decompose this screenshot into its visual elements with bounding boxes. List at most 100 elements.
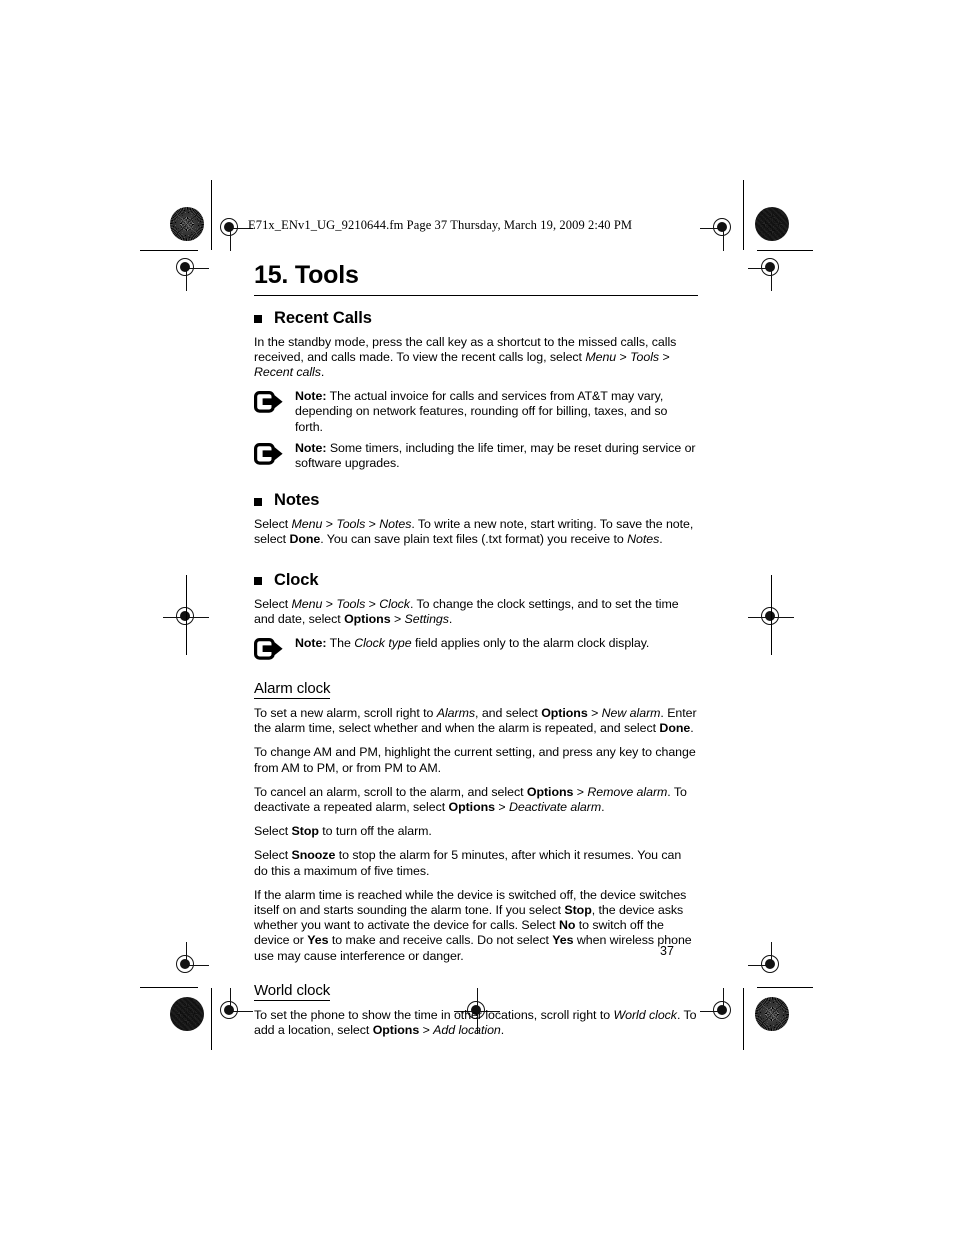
registration-halftone-dot-bottom-right	[755, 997, 789, 1031]
field-clock-type: Clock type	[354, 635, 412, 650]
note-text: Note: The actual invoice for calls and s…	[295, 389, 698, 435]
text-run: Select	[254, 517, 292, 532]
text-run: >	[390, 611, 405, 626]
page-content: 15. Tools Recent Calls In the standby mo…	[254, 261, 698, 1038]
world-clock-paragraph: To set the phone to show the time in oth…	[254, 1008, 698, 1038]
softkey-snooze: Snooze	[291, 848, 336, 863]
subsection-heading-alarm-clock: Alarm clock	[254, 679, 331, 699]
alarm-clock-paragraph-4: Select Stop to turn off the alarm.	[254, 824, 698, 839]
registration-halftone-dot-top-right	[755, 207, 789, 241]
note-block-timers: Note: Some timers, including the life ti…	[254, 441, 698, 471]
alarm-clock-paragraph-1: To set a new alarm, scroll right to Alar…	[254, 706, 698, 736]
softkey-no: No	[558, 918, 576, 933]
text-run: >	[419, 1022, 434, 1037]
subsection-heading-world-clock: World clock	[254, 981, 331, 1001]
note-text: Note: The Clock type field applies only …	[295, 636, 649, 651]
text-run: Some timers, including the life timer, m…	[295, 440, 696, 470]
menu-path-deactivate-alarm: Deactivate alarm	[508, 799, 602, 814]
text-run: >	[659, 349, 670, 364]
softkey-options: Options	[344, 611, 391, 626]
menu-path-tools: Tools	[336, 596, 366, 611]
running-header: E71x_ENv1_UG_9210644.fm Page 37 Thursday…	[248, 218, 633, 232]
alarm-clock-paragraph-2: To change AM and PM, highlight the curre…	[254, 745, 696, 775]
registration-target-lower-left	[163, 942, 209, 988]
menu-path-clock: Clock	[379, 596, 410, 611]
softkey-yes-2: Yes	[552, 933, 574, 948]
title-divider	[254, 294, 698, 296]
softkey-stop: Stop	[564, 902, 592, 917]
section-heading-label: Recent Calls	[274, 308, 372, 327]
page-number: 37	[660, 944, 674, 958]
text-run: field applies only to the alarm clock di…	[411, 635, 650, 650]
menu-path-recent-calls: Recent calls	[254, 364, 321, 379]
text-run: .	[500, 1022, 505, 1037]
menu-path-new-alarm: New alarm	[601, 705, 661, 720]
text-run: >	[616, 349, 631, 364]
text-run: To cancel an alarm, scroll to the alarm,…	[254, 784, 527, 799]
menu-path-alarms: Alarms	[436, 705, 476, 720]
text-run: >	[322, 517, 337, 532]
alarm-clock-paragraph-5: Select Snooze to stop the alarm for 5 mi…	[254, 848, 698, 878]
section-heading-label: Notes	[274, 491, 320, 510]
trim-line-bottom-right-horizontal	[757, 987, 813, 988]
text-run: The	[326, 635, 355, 650]
note-block-invoice: Note: The actual invoice for calls and s…	[254, 389, 698, 435]
registration-target-upper-left	[163, 245, 209, 291]
note-arrow-icon	[254, 391, 284, 413]
text-run: .	[690, 721, 694, 736]
text-run: to turn off the alarm.	[318, 824, 432, 839]
menu-path-world-clock: World clock	[613, 1007, 677, 1022]
text-run: >	[587, 705, 602, 720]
trim-line-mid-right-vertical	[771, 575, 772, 655]
text-run: .	[448, 611, 453, 626]
registration-target-lower-right	[748, 942, 794, 988]
menu-path-menu: Menu	[585, 349, 617, 364]
note-arrow-icon	[254, 637, 284, 660]
trim-line-bottom-left-horizontal	[140, 987, 198, 988]
text-run: .	[320, 364, 325, 379]
text-run: to make and receive calls. Do not select	[328, 933, 553, 948]
menu-path-remove-alarm: Remove alarm	[587, 784, 668, 799]
alarm-clock-paragraph-3: To cancel an alarm, scroll to the alarm,…	[254, 785, 698, 815]
text-run: .	[601, 799, 605, 814]
text-run: Select	[254, 824, 292, 839]
menu-path-menu: Menu	[291, 596, 323, 611]
menu-path-notes-2: Notes	[627, 532, 660, 547]
square-bullet-icon	[254, 315, 262, 323]
notes-paragraph: Select Menu > Tools > Notes. To write a …	[254, 517, 698, 547]
note-text: Note: Some timers, including the life ti…	[295, 441, 698, 471]
menu-path-tools: Tools	[630, 349, 660, 364]
text-run: To set a new alarm, scroll right to	[254, 705, 437, 720]
softkey-options: Options	[372, 1022, 420, 1037]
chapter-title: 15. Tools	[254, 261, 359, 289]
trim-line-bottom-right-vertical	[743, 988, 744, 1050]
menu-path-menu: Menu	[291, 517, 323, 532]
clock-paragraph: Select Menu > Tools > Clock. To change t…	[254, 597, 698, 627]
text-run: Select	[254, 848, 292, 863]
section-heading-clock: Clock	[254, 571, 698, 590]
softkey-options: Options	[526, 784, 574, 799]
alarm-clock-paragraph-6: If the alarm time is reached while the d…	[254, 888, 698, 964]
note-label: Note:	[295, 440, 327, 455]
square-bullet-icon	[254, 497, 262, 506]
menu-path-settings: Settings	[404, 611, 449, 626]
text-run: >	[365, 517, 380, 532]
text-run: Select	[254, 596, 292, 611]
section-heading-recent-calls: Recent Calls	[254, 309, 698, 328]
menu-path-tools: Tools	[336, 517, 366, 532]
section-heading-notes: Notes	[254, 491, 698, 510]
softkey-options-2: Options	[448, 799, 496, 814]
note-label: Note:	[295, 389, 327, 404]
text-run: The actual invoice for calls and service…	[295, 389, 668, 434]
note-label: Note:	[295, 635, 327, 650]
trim-line-mid-left-vertical	[186, 575, 187, 655]
section-heading-label: Clock	[274, 570, 319, 589]
registration-halftone-dot-bottom-left	[170, 997, 204, 1031]
text-run: >	[494, 799, 509, 814]
menu-path-add-location: Add location	[433, 1022, 501, 1037]
recent-calls-paragraph: In the standby mode, press the call key …	[254, 335, 698, 381]
square-bullet-icon	[254, 577, 262, 586]
